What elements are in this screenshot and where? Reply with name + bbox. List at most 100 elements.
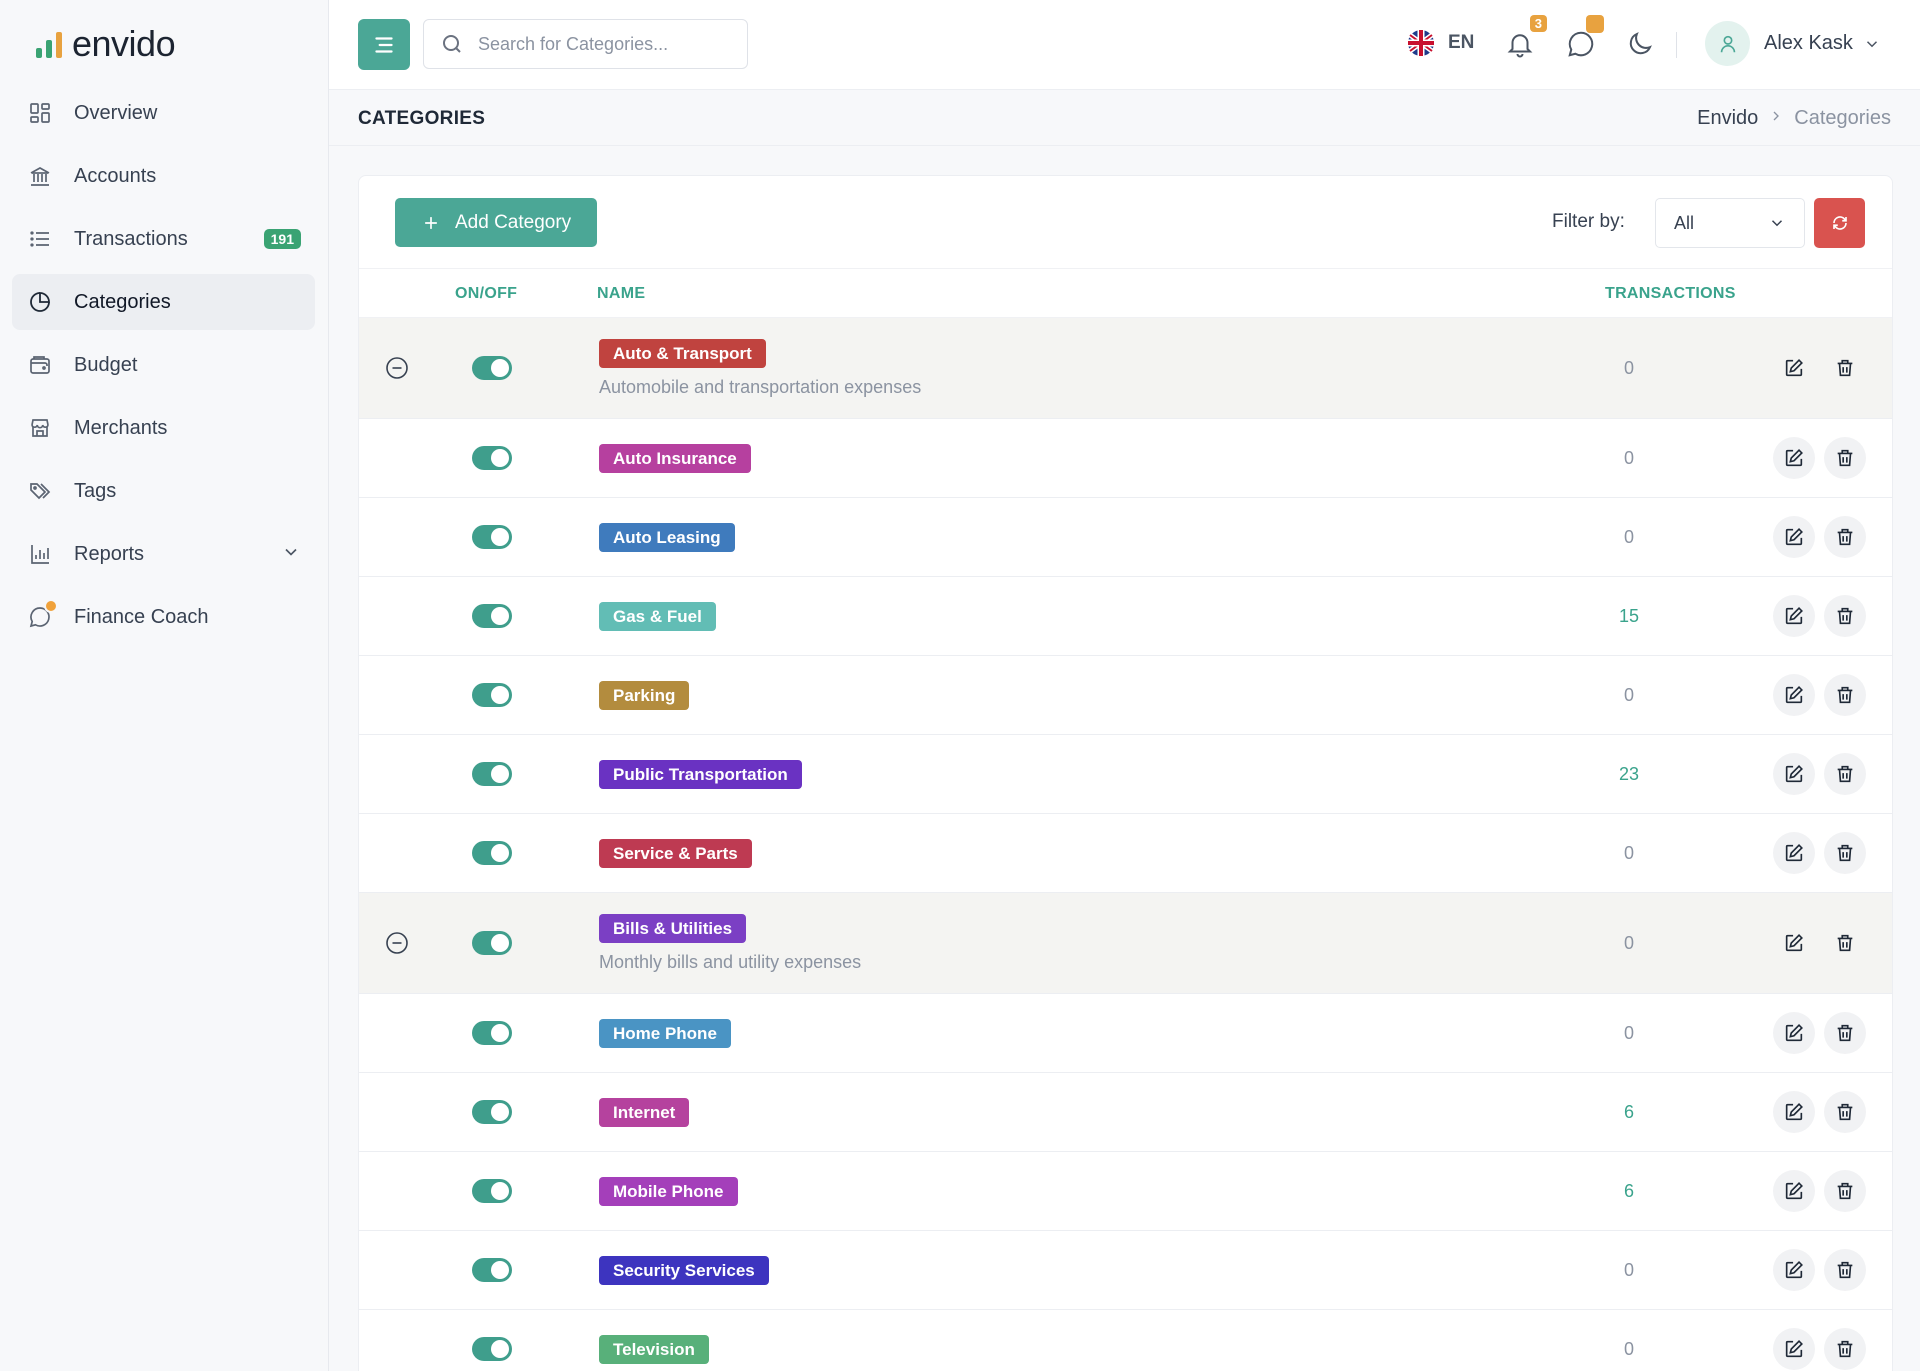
sidebar-item-label: Accounts — [74, 164, 157, 187]
language-selector[interactable]: EN — [1408, 30, 1474, 56]
delete-button[interactable] — [1824, 1091, 1866, 1133]
chevron-down-icon — [1771, 220, 1783, 227]
category-toggle[interactable] — [472, 1100, 512, 1124]
trash-icon — [1834, 1180, 1856, 1202]
chat-icon — [1568, 31, 1594, 57]
search-box[interactable] — [423, 19, 748, 69]
delete-button[interactable] — [1824, 832, 1866, 874]
table-row: Service & Parts 0 — [359, 814, 1892, 893]
transactions-count[interactable]: 6 — [1599, 1181, 1659, 1202]
edit-button[interactable] — [1773, 516, 1815, 558]
trash-icon — [1834, 1338, 1856, 1360]
category-toggle[interactable] — [472, 356, 512, 380]
category-toggle[interactable] — [472, 525, 512, 549]
trash-icon — [1834, 932, 1856, 954]
delete-button[interactable] — [1824, 753, 1866, 795]
delete-button[interactable] — [1824, 347, 1866, 389]
category-toggle[interactable] — [472, 1021, 512, 1045]
edit-icon — [1783, 1022, 1805, 1044]
edit-button[interactable] — [1773, 832, 1815, 874]
category-toggle[interactable] — [472, 683, 512, 707]
edit-button[interactable] — [1773, 347, 1815, 389]
category-toggle[interactable] — [472, 446, 512, 470]
delete-button[interactable] — [1824, 437, 1866, 479]
transactions-count-badge: 191 — [263, 229, 301, 249]
filter-select[interactable]: All — [1655, 198, 1805, 248]
collapse-group-icon[interactable] — [385, 356, 409, 380]
transactions-count[interactable]: 23 — [1599, 764, 1659, 785]
delete-button[interactable] — [1824, 922, 1866, 964]
delete-button[interactable] — [1824, 1328, 1866, 1370]
trash-icon — [1834, 526, 1856, 548]
sidebar-item-merchants[interactable]: Merchants — [12, 400, 315, 456]
edit-button[interactable] — [1773, 753, 1815, 795]
sidebar-item-categories[interactable]: Categories — [12, 274, 315, 330]
edit-icon — [1783, 1180, 1805, 1202]
user-menu[interactable]: Alex Kask — [1705, 21, 1881, 66]
edit-button[interactable] — [1773, 1012, 1815, 1054]
edit-button[interactable] — [1773, 1091, 1815, 1133]
sidebar-item-overview[interactable]: Overview — [12, 85, 315, 141]
edit-button[interactable] — [1773, 674, 1815, 716]
transactions-count: 0 — [1623, 527, 1634, 547]
menu-toggle-button[interactable] — [358, 19, 410, 70]
edit-button[interactable] — [1773, 1170, 1815, 1212]
category-toggle[interactable] — [472, 762, 512, 786]
add-category-button[interactable]: Add Category — [395, 198, 598, 247]
category-toggle[interactable] — [472, 1258, 512, 1282]
category-toggle[interactable] — [472, 1179, 512, 1203]
refresh-button[interactable] — [1814, 198, 1865, 248]
category-tag: Mobile Phone — [599, 1177, 738, 1206]
sidebar-nav: Overview Accounts Transactions 191 Categ… — [12, 85, 315, 652]
sidebar-item-finance-coach[interactable]: Finance Coach — [12, 589, 315, 645]
delete-button[interactable] — [1824, 1170, 1866, 1212]
transactions-count: 0 — [1623, 685, 1634, 705]
table-row: Home Phone 0 — [359, 994, 1892, 1073]
delete-button[interactable] — [1824, 674, 1866, 716]
bell-icon — [1507, 34, 1533, 58]
category-toggle[interactable] — [472, 604, 512, 628]
delete-button[interactable] — [1824, 1012, 1866, 1054]
sidebar-item-label: Categories — [74, 290, 171, 313]
breadcrumb: Envido Categories — [1697, 107, 1891, 130]
category-tag: Parking — [599, 681, 690, 710]
category-toggle[interactable] — [472, 841, 512, 865]
notifications-button[interactable]: 3 — [1505, 15, 1547, 61]
edit-button[interactable] — [1773, 1249, 1815, 1291]
bank-icon — [28, 164, 52, 188]
delete-button[interactable] — [1824, 595, 1866, 637]
page-header: CATEGORIES Envido Categories — [329, 90, 1920, 146]
sidebar-item-budget[interactable]: Budget — [12, 337, 315, 393]
transactions-count: 0 — [1623, 933, 1634, 953]
store-icon — [28, 416, 52, 440]
breadcrumb-current: Categories — [1794, 107, 1891, 129]
delete-button[interactable] — [1824, 516, 1866, 558]
category-toggle[interactable] — [472, 1337, 512, 1361]
breadcrumb-home-link[interactable]: Envido — [1697, 107, 1758, 130]
category-toggle[interactable] — [472, 931, 512, 955]
app-logo[interactable]: envido — [36, 24, 176, 64]
table-header: ON/OFF NAME TRANSACTIONS — [359, 269, 1892, 318]
dark-mode-toggle[interactable] — [1625, 29, 1657, 61]
edit-icon — [1783, 447, 1805, 469]
search-input[interactable] — [478, 33, 718, 55]
coach-indicator-dot — [44, 599, 58, 613]
chevron-down-icon[interactable] — [281, 542, 301, 562]
edit-button[interactable] — [1773, 1328, 1815, 1370]
transactions-count[interactable]: 15 — [1599, 606, 1659, 627]
delete-button[interactable] — [1824, 1249, 1866, 1291]
edit-button[interactable] — [1773, 437, 1815, 479]
sidebar-item-reports[interactable]: Reports — [12, 526, 315, 582]
edit-button[interactable] — [1773, 922, 1815, 964]
sidebar-item-tags[interactable]: Tags — [12, 463, 315, 519]
sidebar-item-label: Overview — [74, 101, 158, 124]
transactions-count[interactable]: 6 — [1599, 1102, 1659, 1123]
edit-icon — [1783, 357, 1805, 379]
collapse-group-icon[interactable] — [385, 931, 409, 955]
sidebar-item-accounts[interactable]: Accounts — [12, 148, 315, 204]
sidebar-item-transactions[interactable]: Transactions 191 — [12, 211, 315, 267]
table-row: Internet 6 — [359, 1073, 1892, 1152]
edit-button[interactable] — [1773, 595, 1815, 637]
chat-button[interactable] — [1566, 15, 1604, 61]
sidebar-item-label: Reports — [74, 542, 145, 565]
